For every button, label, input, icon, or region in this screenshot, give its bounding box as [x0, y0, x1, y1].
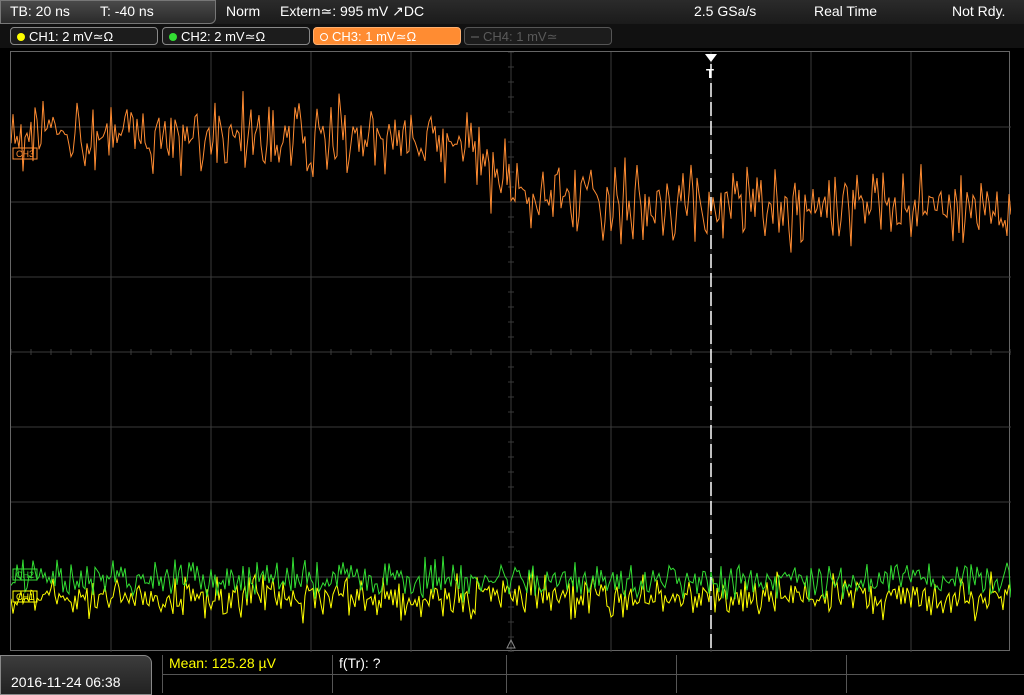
timebase-label[interactable]: TB: 20 ns	[10, 0, 70, 22]
ch2-marker-label: CH2	[16, 570, 34, 580]
ch1-marker-label: CH1	[16, 592, 34, 602]
channel-1-label: CH1: 2 mV≃Ω	[29, 29, 114, 44]
ch3-marker[interactable]: CH3	[12, 147, 38, 160]
trigger-arrow-icon[interactable]	[705, 54, 717, 62]
channel-2-dot-icon	[169, 33, 177, 41]
ch2-marker[interactable]: CH2	[12, 568, 38, 581]
trigger-time-label[interactable]: T: -40 ns	[100, 0, 154, 22]
ch3-marker-label: CH3	[16, 149, 34, 159]
channel-3-label: CH3: 1 mV≃Ω	[332, 29, 417, 44]
channel-2-label: CH2: 2 mV≃Ω	[181, 29, 266, 44]
measurement-divider	[162, 674, 1024, 675]
channel-1-button[interactable]: CH1: 2 mV≃Ω	[10, 27, 158, 45]
ready-state-label: Not Rdy.	[952, 3, 1006, 19]
channel-3-button[interactable]: CH3: 1 mV≃Ω	[313, 27, 461, 45]
trigger-mode-label[interactable]: Norm	[226, 0, 260, 22]
channel-4-button[interactable]: CH4: 1 mV≃	[464, 27, 612, 45]
channel-3-dot-icon	[320, 33, 328, 41]
datetime-box: 2016-11-24 06:38	[0, 655, 152, 695]
measurement-mean-label: Mean: 125.28 µV	[169, 655, 276, 671]
trigger-source-label[interactable]: Extern≃: 995 mV ↗DC	[280, 0, 424, 22]
status-bar: TB: 20 ns T: -40 ns Norm Extern≃: 995 mV…	[0, 0, 1024, 24]
measurement-ftr-label: f(Tr): ?	[339, 655, 381, 671]
waveform-display[interactable]: CH3 CH2 CH1 T	[10, 51, 1011, 652]
acquisition-mode-label[interactable]: Real Time	[814, 0, 877, 22]
sample-rate-label[interactable]: 2.5 GSa/s	[694, 0, 756, 22]
channel-4-off-icon	[471, 36, 479, 38]
channel-4-label: CH4: 1 mV≃	[483, 29, 558, 44]
channel-2-button[interactable]: CH2: 2 mV≃Ω	[162, 27, 310, 45]
trigger-marker-label: T	[706, 66, 714, 81]
datetime-label: 2016-11-24 06:38	[11, 674, 121, 690]
ch1-marker[interactable]: CH1	[12, 590, 38, 603]
channel-1-dot-icon	[17, 33, 25, 41]
waveform-canvas[interactable]: CH3 CH2 CH1 T	[11, 52, 1011, 652]
channel-bar: CH1: 2 mV≃Ω CH2: 2 mV≃Ω CH3: 1 mV≃Ω CH4:…	[0, 24, 1024, 48]
